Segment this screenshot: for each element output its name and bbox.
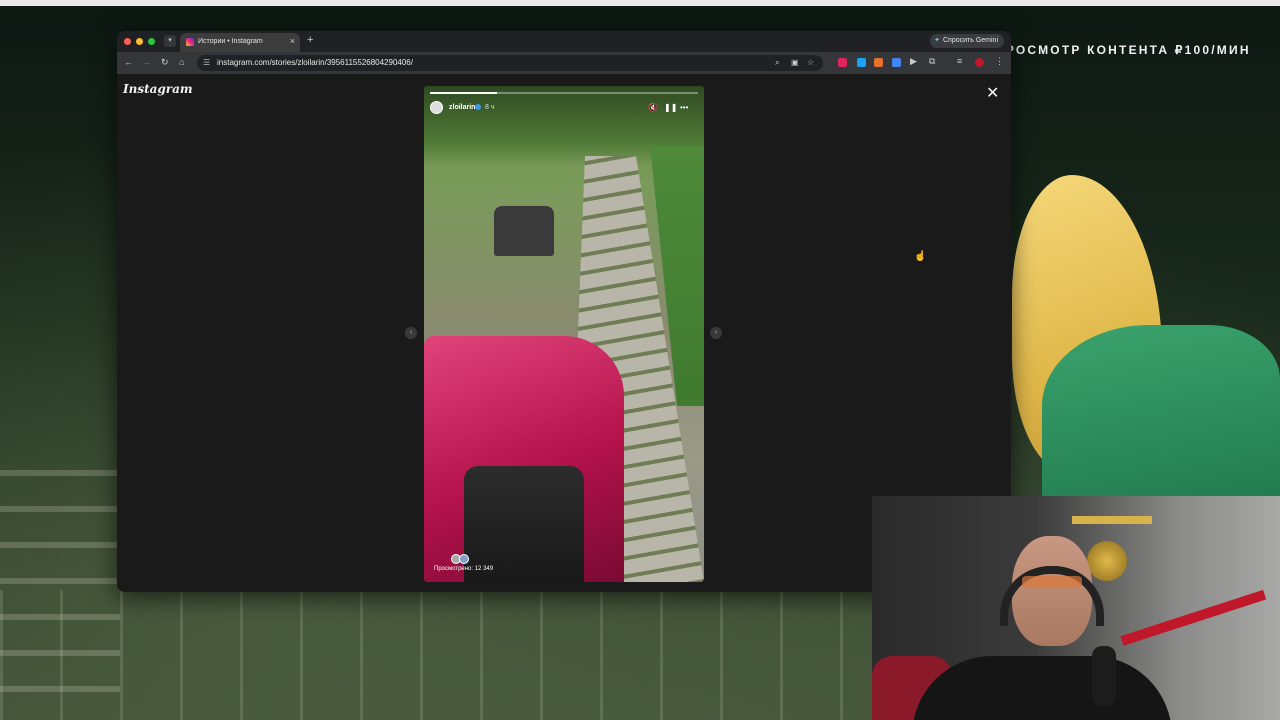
cast-icon[interactable]: ▣ <box>791 58 799 67</box>
site-info-icon[interactable]: ☰ <box>203 58 210 67</box>
story-username[interactable]: zloilarin <box>449 104 475 111</box>
window-close-button[interactable] <box>124 38 131 45</box>
mouse-cursor-icon: ☝ <box>914 251 927 262</box>
stream-top-bar <box>0 0 1280 6</box>
profile-avatar-icon[interactable] <box>975 58 984 67</box>
instagram-logo[interactable]: Instagram <box>123 82 193 96</box>
browser-toolbar: ← → ↻ ⌂ ☰ instagram.com/stories/zloilari… <box>117 52 1011 74</box>
forward-arrow-icon[interactable]: → <box>142 57 151 67</box>
story-viewer[interactable]: zloilarin 8 ч 🔇 ❚❚ ••• Просмотрено: 12 3… <box>424 86 704 582</box>
story-image-dashboard <box>464 466 584 582</box>
tab-search-button[interactable]: ▾ <box>164 35 176 47</box>
extension-shield-icon[interactable] <box>857 58 866 67</box>
new-tab-button[interactable]: + <box>307 34 313 46</box>
window-maximize-button[interactable] <box>148 38 155 45</box>
webcam-decor-plate <box>1087 541 1127 581</box>
webcam-overlay <box>872 496 1280 720</box>
address-url[interactable]: instagram.com/stories/zloilarin/39561155… <box>217 58 413 67</box>
tab-title: Истории • Instagram <box>198 38 263 45</box>
extension-blue-icon[interactable] <box>892 58 901 67</box>
browser-menu-icon[interactable]: ⋮ <box>995 56 1004 67</box>
ask-gemini-label: Спросить Gemini <box>942 37 998 44</box>
instagram-icon <box>186 38 194 46</box>
extensions-puzzle-icon[interactable]: ⧉ <box>929 56 935 67</box>
story-header: zloilarin 8 ч 🔇 ❚❚ ••• <box>430 100 698 116</box>
views-count: Просмотрено: 12 349 <box>434 566 494 572</box>
tab-instagram-stories[interactable]: Истории • Instagram × <box>180 33 300 52</box>
story-timestamp: 8 ч <box>485 104 495 111</box>
bookmark-star-icon[interactable]: ☆ <box>807 58 814 67</box>
extension-orange-icon[interactable] <box>874 58 883 67</box>
verified-badge-icon <box>475 104 481 110</box>
webcam-shelf <box>1072 516 1152 524</box>
gemini-icon: ✦ <box>934 37 940 44</box>
home-icon[interactable]: ⌂ <box>179 57 184 67</box>
extension-play-icon[interactable]: ▶ <box>910 56 917 67</box>
story-progress-fill <box>430 92 497 94</box>
ask-gemini-button[interactable]: ✦ Спросить Gemini <box>930 34 1004 48</box>
chevron-down-icon: ▾ <box>168 37 172 44</box>
tab-close-icon[interactable]: × <box>290 36 295 46</box>
address-bar[interactable]: ☰ instagram.com/stories/zloilarin/395611… <box>197 55 823 71</box>
window-minimize-button[interactable] <box>136 38 143 45</box>
chevron-right-icon[interactable]: › <box>710 327 722 339</box>
anime-character-image <box>1012 175 1280 500</box>
viewer-avatar <box>459 554 469 564</box>
webcam-streamer-glasses <box>1022 576 1082 588</box>
avatar[interactable] <box>430 101 443 114</box>
reload-icon[interactable]: ↻ <box>161 57 169 68</box>
story-image-motorcycle <box>424 336 624 582</box>
webcam-streamer-body <box>912 656 1172 720</box>
story-progress-bar <box>430 92 698 94</box>
close-icon[interactable]: ✕ <box>986 83 999 103</box>
webcam-mic-arm <box>1120 589 1267 646</box>
background-scene-railing <box>0 590 880 720</box>
anime-character-body <box>1042 325 1280 500</box>
extension-adblock-icon[interactable] <box>838 58 847 67</box>
more-options-icon[interactable]: ••• <box>680 103 688 112</box>
background-scene-pillars <box>0 470 120 720</box>
story-image-windshield <box>494 206 554 256</box>
zoom-icon[interactable]: ⌕ <box>775 58 779 68</box>
stream-overlay-label: ПРОСМОТР КОНТЕНТА ₽100/МИН <box>995 43 1251 57</box>
chevron-left-icon[interactable]: ‹ <box>405 327 417 339</box>
media-control-icon[interactable]: ≡ <box>957 56 962 66</box>
pause-icon[interactable]: ❚❚ <box>664 103 677 112</box>
back-arrow-icon[interactable]: ← <box>124 57 133 67</box>
mute-icon[interactable]: 🔇 <box>648 103 658 112</box>
tab-strip: ▾ Истории • Instagram × + ✦ Спросить Gemi… <box>117 31 1011 52</box>
microphone-icon <box>1092 646 1116 706</box>
